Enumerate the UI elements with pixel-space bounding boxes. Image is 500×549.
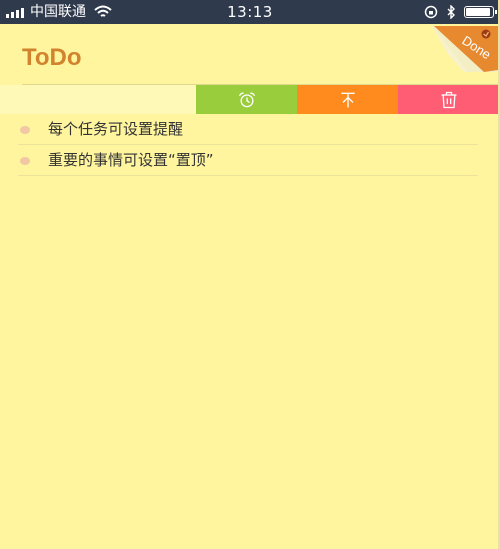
status-bar: 中国联通 13:13 [0,0,498,24]
pin-to-top-icon [340,92,355,107]
rotation-lock-icon [424,5,438,19]
trash-icon [441,91,457,108]
set-reminder-button[interactable] [196,85,297,114]
bluetooth-icon [447,5,455,19]
task-bullet-icon [20,126,30,134]
task-text: 重要的事情可设置“置顶” [48,151,214,169]
alarm-clock-icon [238,92,255,107]
task-bullet-icon [20,157,30,165]
task-item[interactable]: 每个任务可设置提醒 [18,114,478,145]
page-title: ToDo [22,44,82,71]
delete-button[interactable] [398,85,498,114]
task-item[interactable]: 重要的事情可设置“置顶” [18,145,478,176]
battery-icon [464,6,497,18]
swipe-action-row [0,85,498,114]
pin-to-top-button[interactable] [297,85,398,114]
task-text: 每个任务可设置提醒 [48,120,184,138]
todo-screen: 中国联通 13:13 ToDo Done 每个任务可设置提醒 重要的事情可设置“… [0,0,500,549]
status-right [424,0,497,24]
